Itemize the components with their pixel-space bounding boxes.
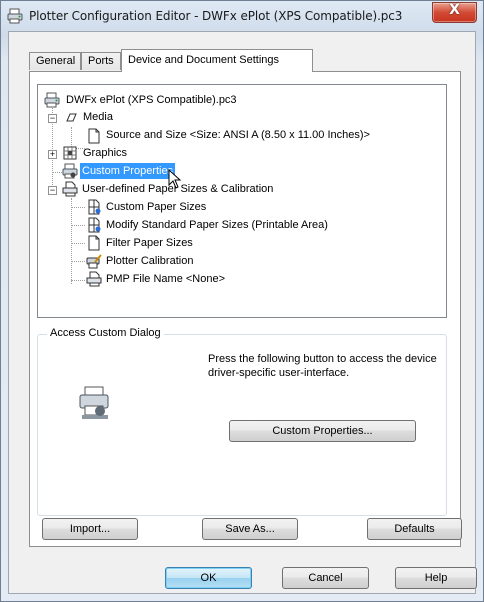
calibration-icon <box>86 254 102 269</box>
mouse-cursor-icon <box>168 169 182 189</box>
custom-properties-button[interactable]: Custom Properties... <box>229 420 416 442</box>
help-button[interactable]: Help <box>395 567 477 589</box>
tree-node-label: PMP File Name <None> <box>106 273 226 285</box>
plotter-icon <box>7 8 23 24</box>
tree-guide-line <box>71 243 85 244</box>
tree-guide-line <box>71 207 85 208</box>
tree-node-label: Source and Size <Size: ANSI A (8.50 x 11… <box>106 129 370 141</box>
tree-node-label: Custom Properties <box>80 163 176 179</box>
tree-node-label: DWFx ePlot (XPS Compatible).pc3 <box>66 94 237 106</box>
title-bar[interactable]: Plotter Configuration Editor - DWFx ePlo… <box>1 1 483 31</box>
tree-guide-line <box>71 225 85 226</box>
tree-guide-line <box>71 280 85 281</box>
ok-button[interactable]: OK <box>165 567 252 589</box>
save-as-button[interactable]: Save As... <box>202 518 298 540</box>
custom-properties-icon <box>62 163 78 179</box>
tree-guide-line <box>71 261 85 262</box>
tree-node-label: Plotter Calibration <box>106 255 194 267</box>
collapse-toggle[interactable]: − <box>48 114 57 123</box>
custom-dialog-description: Press the following button to access the… <box>208 353 437 379</box>
cancel-button[interactable]: Cancel <box>282 567 369 589</box>
page-icon <box>88 128 100 144</box>
graphics-icon <box>63 146 77 160</box>
tab-device-document-settings[interactable]: Device and Document Settings <box>121 49 313 72</box>
modify-paper-icon <box>88 217 101 233</box>
collapse-toggle[interactable]: − <box>48 186 57 195</box>
group-title: Access Custom Dialog <box>47 327 164 339</box>
window-title: Plotter Configuration Editor - DWFx ePlo… <box>29 9 403 23</box>
tree-node-label: Filter Paper Sizes <box>106 237 193 249</box>
close-icon: X <box>449 2 460 18</box>
user-defined-icon <box>62 181 78 197</box>
pmp-file-icon <box>86 271 102 287</box>
import-button[interactable]: Import... <box>42 518 138 540</box>
tree-node-label: Graphics <box>83 147 128 159</box>
tree-node-label: Custom Paper Sizes <box>106 201 207 213</box>
plotter-icon <box>44 92 60 108</box>
close-button[interactable]: X <box>432 2 477 23</box>
expand-toggle[interactable]: + <box>48 150 57 159</box>
tree-node-label: Media <box>83 111 113 123</box>
custom-dialog-icon <box>79 386 109 419</box>
tab-ports[interactable]: Ports <box>81 52 121 70</box>
filter-paper-icon <box>88 235 100 251</box>
tab-general[interactable]: General <box>29 52 81 70</box>
defaults-button[interactable]: Defaults <box>367 518 462 540</box>
tree-guide-line <box>71 198 72 284</box>
media-icon <box>66 113 77 122</box>
tree-node-label: Modify Standard Paper Sizes (Printable A… <box>106 219 328 231</box>
custom-paper-icon <box>88 199 101 215</box>
